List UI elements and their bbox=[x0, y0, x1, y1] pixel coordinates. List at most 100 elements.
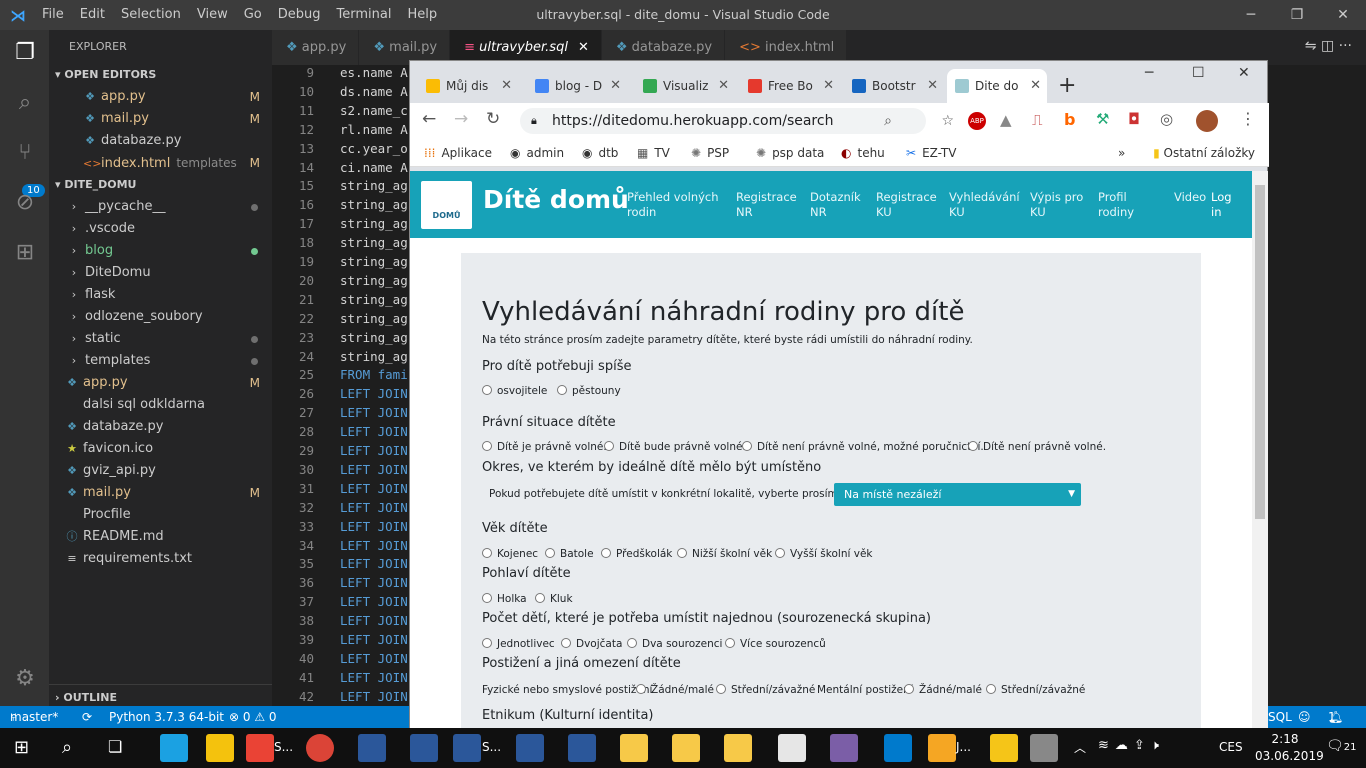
tray-icons[interactable]: ≋☁⇪🕨︎ bbox=[1098, 738, 1165, 753]
bookmark-item[interactable]: ⁞⁞⁞ Aplikace bbox=[424, 139, 492, 167]
word-icon[interactable] bbox=[453, 734, 481, 762]
language-mode[interactable]: SQL bbox=[1268, 706, 1292, 728]
folder-icon[interactable] bbox=[724, 734, 752, 762]
nav-link[interactable]: Registrace NR bbox=[736, 190, 797, 220]
word-icon[interactable] bbox=[568, 734, 596, 762]
chrome-tab-ditedomu[interactable]: Dite do ✕ bbox=[947, 69, 1047, 103]
chrome-minimize-icon[interactable]: ─ bbox=[1145, 65, 1153, 81]
folder-item[interactable]: › static bbox=[49, 328, 272, 350]
radio-button[interactable] bbox=[968, 441, 978, 451]
tab-app-py[interactable]: ❖ app.py bbox=[272, 30, 360, 65]
file-item[interactable]: ≡ requirements.txt bbox=[49, 548, 272, 570]
explorer-icon[interactable]: ❐ bbox=[10, 38, 40, 68]
chrome-tab-blog[interactable]: blog - D ✕ bbox=[527, 69, 627, 103]
nav-link[interactable]: Přehled volných rodin bbox=[627, 190, 719, 220]
menu-selection[interactable]: Selection bbox=[113, 0, 189, 30]
nav-link[interactable]: Vyhledávání KU bbox=[949, 190, 1020, 220]
restore-icon[interactable]: ❐ bbox=[1274, 0, 1320, 30]
task-view-icon[interactable]: ❏ bbox=[108, 737, 122, 756]
nav-link[interactable]: Profil rodiny bbox=[1098, 190, 1134, 220]
radio-option[interactable]: Dítě není právně volné. bbox=[968, 441, 1106, 453]
minimize-icon[interactable]: ─ bbox=[1228, 0, 1274, 30]
sync-icon[interactable]: ⟳ bbox=[82, 706, 92, 728]
radio-button[interactable] bbox=[482, 548, 492, 558]
radio-button[interactable] bbox=[604, 441, 614, 451]
file-item[interactable]: ★ favicon.ico bbox=[49, 438, 272, 460]
radio-option[interactable]: Nižší školní věk bbox=[677, 548, 772, 560]
folder-item[interactable]: › templates bbox=[49, 350, 272, 372]
clock[interactable]: 2:18 03.06.2019 bbox=[1255, 731, 1324, 765]
nav-link[interactable]: Dotazník NR bbox=[810, 190, 861, 220]
java-icon[interactable] bbox=[928, 734, 956, 762]
radio-button[interactable] bbox=[775, 548, 785, 558]
radio-option[interactable]: Kojenec bbox=[482, 548, 538, 560]
bookmark-item[interactable]: ✺ PSP bbox=[691, 139, 729, 167]
radio-option[interactable]: Střední/závažné bbox=[986, 684, 1085, 696]
nav-link[interactable]: Log in bbox=[1211, 190, 1232, 220]
adblock-icon[interactable]: ABP bbox=[968, 112, 986, 130]
slack-icon[interactable] bbox=[778, 734, 806, 762]
code-editor[interactable]: 9 es.name A 10 ds.name A 11 s2.name_c 12 rl.nam… bbox=[272, 65, 409, 706]
radio-button[interactable] bbox=[535, 593, 545, 603]
profile-avatar[interactable] bbox=[1196, 110, 1218, 132]
python-interpreter[interactable]: Python 3.7.3 64-bit bbox=[109, 706, 224, 728]
radio-option[interactable]: osvojitele bbox=[482, 385, 547, 397]
site-brand[interactable]: Dítě domů bbox=[483, 185, 629, 214]
radio-option[interactable]: Dítě je právně volné. bbox=[482, 441, 607, 453]
folder-icon[interactable] bbox=[672, 734, 700, 762]
menu-debug[interactable]: Debug bbox=[270, 0, 329, 30]
radio-option[interactable]: Kluk bbox=[535, 593, 573, 605]
tool-ext-icon[interactable]: ⚒ bbox=[1096, 110, 1109, 128]
radio-button[interactable] bbox=[627, 638, 637, 648]
chrome-close-icon[interactable]: ✕ bbox=[1238, 65, 1250, 81]
action-center-icon[interactable]: 🗨︎21 bbox=[1326, 738, 1357, 754]
search-icon[interactable]: ⌕ bbox=[10, 88, 40, 118]
radio-option[interactable]: Více sourozenců bbox=[725, 638, 826, 650]
back-icon[interactable]: ← bbox=[422, 109, 436, 129]
tray-chevron-icon[interactable]: ︿ bbox=[1074, 739, 1086, 756]
bookmark-item[interactable]: ✺ psp data bbox=[756, 139, 824, 167]
radio-option[interactable]: pěstouny bbox=[557, 385, 621, 397]
problems-count[interactable]: ⊗ 0 ⚠ 0 bbox=[229, 706, 277, 728]
nav-link[interactable]: Výpis pro KU bbox=[1030, 190, 1083, 220]
radio-button[interactable] bbox=[545, 548, 555, 558]
bookmark-item[interactable]: ✂ EZ-TV bbox=[906, 139, 956, 167]
bookmark-item[interactable]: ◉ dtb bbox=[582, 139, 618, 167]
menu-edit[interactable]: Edit bbox=[72, 0, 113, 30]
radio-button[interactable] bbox=[601, 548, 611, 558]
open-editors-header[interactable]: ▾ OPEN EDITORS bbox=[49, 64, 272, 86]
bookmark-item[interactable]: ◐ tehu bbox=[841, 139, 885, 167]
chrome-active-icon[interactable] bbox=[306, 734, 334, 762]
chrome-tab-bootstrap[interactable]: Bootstr ✕ bbox=[844, 69, 944, 103]
file-item[interactable]: ❖ app.py M bbox=[49, 372, 272, 394]
nav-link[interactable]: Registrace KU bbox=[876, 190, 937, 220]
folder-icon[interactable] bbox=[620, 734, 648, 762]
network-app-icon[interactable] bbox=[160, 734, 188, 762]
forward-icon[interactable]: → bbox=[454, 109, 468, 129]
radio-option[interactable]: Dítě bude právně volné. bbox=[604, 441, 746, 453]
radio-button[interactable] bbox=[482, 638, 492, 648]
radio-button[interactable] bbox=[557, 385, 567, 395]
extensions-icon[interactable]: ⊞ bbox=[10, 238, 40, 268]
pocket-ext-icon[interactable]: ◘ bbox=[1128, 110, 1140, 128]
folder-item[interactable]: › DiteDomu bbox=[49, 262, 272, 284]
b-ext-icon[interactable]: b bbox=[1064, 110, 1075, 129]
radio-button[interactable] bbox=[986, 684, 996, 694]
radio-button[interactable] bbox=[904, 684, 914, 694]
file-item[interactable]: ❖ mail.py M bbox=[49, 482, 272, 504]
feedback-icon[interactable]: ☺ bbox=[1298, 706, 1311, 728]
close-tab-icon[interactable]: ✕ bbox=[578, 40, 589, 55]
menu-terminal[interactable]: Terminal bbox=[329, 0, 400, 30]
reload-icon[interactable]: ↻ bbox=[486, 109, 500, 129]
chrome-menu-icon[interactable]: ⋮ bbox=[1240, 109, 1256, 128]
radio-button[interactable] bbox=[636, 684, 646, 694]
district-select[interactable]: Na místě nezáleží ▼ bbox=[834, 483, 1081, 506]
file-item[interactable]: ❖ databaze.py bbox=[49, 416, 272, 438]
app-icon[interactable] bbox=[830, 734, 858, 762]
open-editor-item[interactable]: ❖ databaze.py bbox=[49, 130, 272, 152]
zoom-icon[interactable]: ⌕ bbox=[884, 108, 892, 134]
folder-item[interactable]: › blog bbox=[49, 240, 272, 262]
radio-button[interactable] bbox=[561, 638, 571, 648]
radio-option[interactable]: Žádné/malé bbox=[636, 684, 714, 696]
bookmark-item[interactable]: ▦ TV bbox=[637, 139, 670, 167]
